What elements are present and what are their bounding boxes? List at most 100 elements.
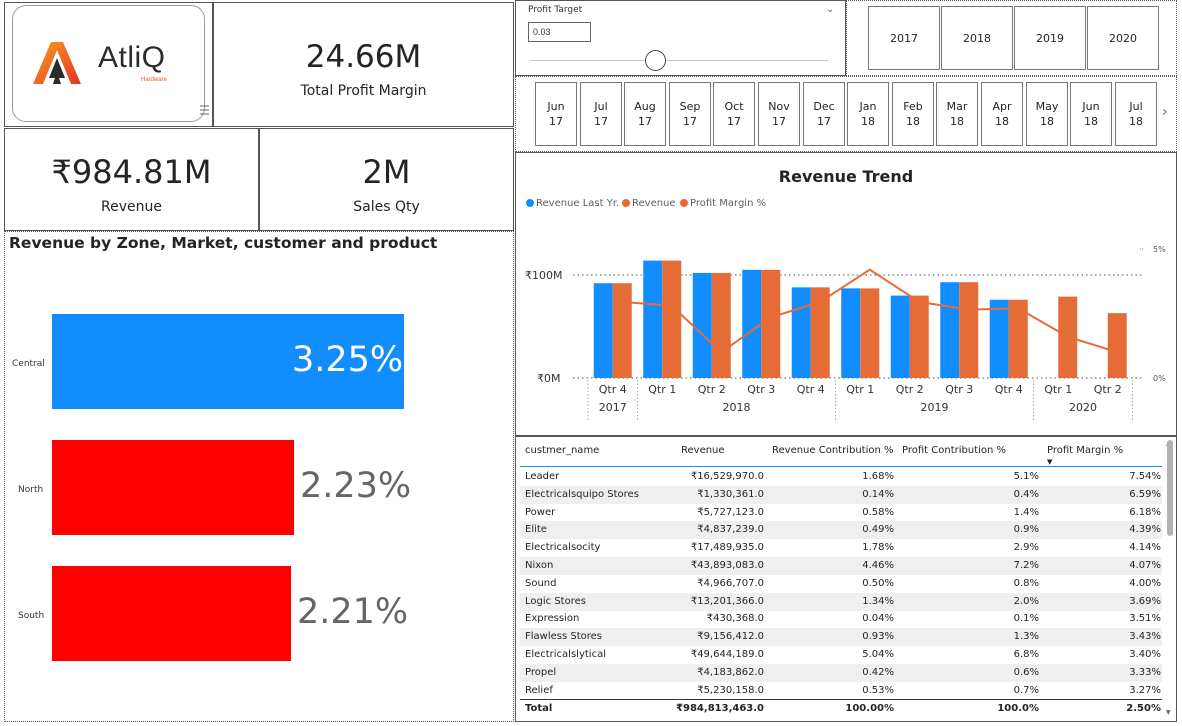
month-button[interactable]: Jul 18	[1115, 82, 1157, 146]
year-button-2020[interactable]: 2020	[1087, 6, 1159, 70]
chart-bar[interactable]	[692, 272, 712, 378]
chart-bar[interactable]	[860, 288, 880, 378]
table-row[interactable]: Flawless Stores ₹9,156,412.0 0.93% 1.3% 3.43…	[520, 628, 1162, 646]
profit-target-slider-track[interactable]	[530, 60, 828, 61]
chevron-right-icon[interactable]: ›	[1162, 104, 1168, 120]
legend-dot-icon	[680, 199, 688, 207]
month-year-label: 18	[1040, 115, 1054, 128]
chart-bar[interactable]	[1107, 313, 1127, 378]
legend-dot-icon	[526, 199, 534, 207]
chart-bar[interactable]	[791, 287, 811, 378]
kpi-sales-qty-value: 2M	[362, 153, 411, 191]
logo-card: AtliQ Hardware	[12, 5, 205, 122]
x-year-label: 2019	[921, 401, 949, 414]
sort-descending-icon[interactable]: ▼	[1047, 458, 1052, 466]
cell-revenue: ₹430,368.0	[706, 613, 764, 624]
x-year-label: 2018	[723, 401, 751, 414]
table-row[interactable]: Relief ₹5,230,158.0 0.53% 0.7% 3.27%	[520, 682, 1162, 700]
table-row[interactable]: Expression ₹430,368.0 0.04% 0.1% 3.51%	[520, 610, 1162, 628]
month-button[interactable]: Apr 18	[981, 82, 1023, 146]
cell-profit-contribution: 0.6%	[1013, 667, 1039, 678]
cell-customer: Expression	[525, 613, 580, 624]
table-row[interactable]: Electricalslytical ₹49,644,189.0 5.04% 6.8%…	[520, 646, 1162, 664]
legend-profit-margin[interactable]: Profit Margin %	[680, 198, 766, 209]
scroll-down-icon[interactable]: ▼	[1166, 709, 1171, 716]
table-row[interactable]: Elite ₹4,837,239.0 0.49% 0.9% 4.39%	[520, 521, 1162, 539]
profit-target-slider-handle[interactable]	[645, 50, 666, 71]
table-row[interactable]: Nixon ₹43,893,083.0 4.46% 7.2% 4.07%	[520, 557, 1162, 575]
col-header-profit-margin[interactable]: Profit Margin %	[1047, 445, 1123, 456]
month-button[interactable]: Jun 18	[1070, 82, 1112, 146]
month-button[interactable]: Feb 18	[892, 82, 934, 146]
cell-profit-margin: 6.59%	[1129, 489, 1161, 500]
zone-bar-south[interactable]	[52, 566, 291, 661]
table-row[interactable]: Electricalsquipo Stores ₹1,330,361.0 0.14%…	[520, 486, 1162, 504]
month-button[interactable]: Mar 18	[936, 82, 978, 146]
month-button[interactable]: Jul 17	[580, 82, 622, 146]
cell-profit-margin: 3.40%	[1129, 649, 1161, 660]
table-row[interactable]: Leader ₹16,529,970.0 1.68% 5.1% 7.54%	[520, 468, 1162, 486]
profit-target-input[interactable]	[528, 22, 591, 42]
logo-name: AtliQ	[98, 41, 166, 74]
table-row[interactable]: Propel ₹4,183,862.0 0.42% 0.6% 3.33%	[520, 664, 1162, 682]
zone-value-north: 2.23%	[300, 466, 412, 506]
table-row[interactable]: Sound ₹4,966,707.0 0.50% 0.8% 4.00%	[520, 575, 1162, 593]
month-button[interactable]: Jun 17	[535, 82, 577, 146]
hamburger-icon[interactable]	[200, 104, 210, 116]
chart-title: Revenue Trend	[778, 167, 914, 186]
month-button[interactable]: Jan 18	[847, 82, 889, 146]
month-year-label: 17	[727, 115, 741, 128]
table-row[interactable]: Power ₹5,727,123.0 0.58% 1.4% 6.18%	[520, 504, 1162, 522]
table-row[interactable]: Electricalsocity ₹17,489,935.0 1.78% 2.9% 4.…	[520, 539, 1162, 557]
col-header-customer[interactable]: custmer_name	[525, 445, 599, 456]
col-header-revenue[interactable]: Revenue	[681, 445, 725, 456]
chart-bar[interactable]	[742, 269, 762, 378]
chart-bar[interactable]	[711, 272, 731, 378]
month-year-label: 18	[995, 115, 1009, 128]
month-button[interactable]: Sep 17	[669, 82, 711, 146]
month-label: Oct	[724, 100, 744, 113]
cell-revenue-contribution: 1.78%	[862, 542, 894, 553]
year-button-2019[interactable]: 2019	[1014, 6, 1086, 70]
chart-bar[interactable]	[989, 299, 1009, 378]
chart-bar[interactable]	[593, 283, 613, 378]
legend-revenue-last-yr[interactable]: Revenue Last Yr.	[526, 198, 619, 209]
chart-bar[interactable]	[612, 283, 632, 378]
zone-bar-north[interactable]	[52, 440, 294, 535]
legend-revenue[interactable]: Revenue	[622, 198, 676, 209]
table-row[interactable]: Logic Stores ₹13,201,366.0 1.34% 2.0% 3.69%	[520, 593, 1162, 611]
cell-revenue-contribution: 0.50%	[862, 578, 894, 589]
month-button[interactable]: Oct 17	[713, 82, 755, 146]
x-tick-label: Qtr 4	[797, 383, 825, 396]
chevron-down-icon[interactable]: ⌄	[826, 4, 834, 15]
chart-bar[interactable]	[761, 269, 781, 378]
chart-bar[interactable]	[959, 282, 979, 378]
chart-bar[interactable]	[909, 295, 929, 378]
chart-bar[interactable]	[662, 260, 682, 378]
month-button[interactable]: Aug 17	[624, 82, 666, 146]
cell-customer: Logic Stores	[525, 596, 586, 607]
cell-profit-margin: 4.07%	[1129, 560, 1161, 571]
chart-bar[interactable]	[841, 288, 861, 378]
year-button-2017[interactable]: 2017	[868, 6, 940, 70]
table-scrollbar[interactable]	[1167, 440, 1173, 536]
x-tick-label: Qtr 3	[945, 383, 973, 396]
cell-profit-contribution: 0.1%	[1013, 613, 1039, 624]
chart-bar[interactable]	[940, 282, 960, 378]
chart-bar[interactable]	[643, 260, 663, 378]
x-tick-label: Qtr 1	[648, 383, 676, 396]
year-button-2018[interactable]: 2018	[941, 6, 1013, 70]
month-button[interactable]: May 18	[1026, 82, 1068, 146]
month-button[interactable]: Nov 17	[758, 82, 800, 146]
total-revenue: ₹984,813,463.0	[676, 703, 764, 714]
month-year-label: 18	[861, 115, 875, 128]
revenue-trend-chart: ₹100M ₹0M 5% 0% ·· Qtr 4 Qtr 1 Qtr 2 Qtr 3 Qtr 4 Q…	[525, 245, 1166, 420]
chart-bar[interactable]	[890, 295, 910, 378]
month-button[interactable]: Dec 17	[803, 82, 845, 146]
col-header-profit-contribution[interactable]: Profit Contribution %	[902, 445, 1006, 456]
cell-customer: Flawless Stores	[525, 631, 603, 642]
cell-profit-contribution: 1.4%	[1013, 507, 1039, 518]
col-header-revenue-contribution[interactable]: Revenue Contribution %	[772, 445, 894, 456]
x-tick-label: Qtr 3	[747, 383, 775, 396]
total-label: Total	[525, 703, 553, 714]
